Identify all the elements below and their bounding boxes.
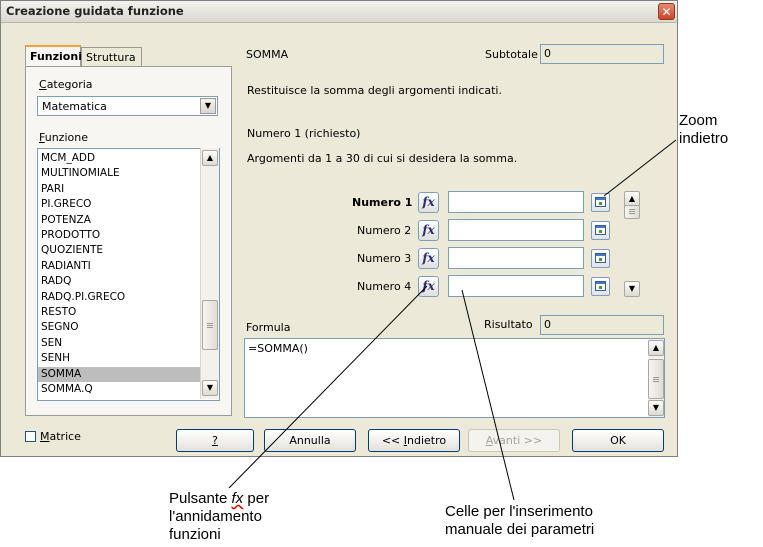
cells-annotation-line1: Celle per l'inserimento	[445, 503, 593, 520]
fx-annotation-line2: l'annidamento	[169, 508, 262, 525]
annotation-lines	[228, 139, 677, 501]
cells-annotation: Celle per l'inserimento manuale dei para…	[445, 503, 594, 539]
zoom-annotation: Zoom indietro	[679, 112, 728, 148]
fx-annotation-line1: Pulsante fx per	[169, 490, 269, 508]
fx-annotation-text: Pulsante	[169, 490, 228, 507]
fx-annotation-fx: fx	[231, 490, 244, 507]
fx-annotation-per: per	[247, 490, 270, 507]
zoom-annotation-line1: Zoom	[679, 112, 718, 129]
zoom-annotation-line2: indietro	[679, 130, 729, 147]
fx-annotation-line3: funzioni	[169, 526, 221, 543]
cells-annotation-line2: manuale dei parametri	[445, 521, 595, 538]
fx-annotation: Pulsante fx per l'annidamento funzioni	[169, 490, 269, 544]
